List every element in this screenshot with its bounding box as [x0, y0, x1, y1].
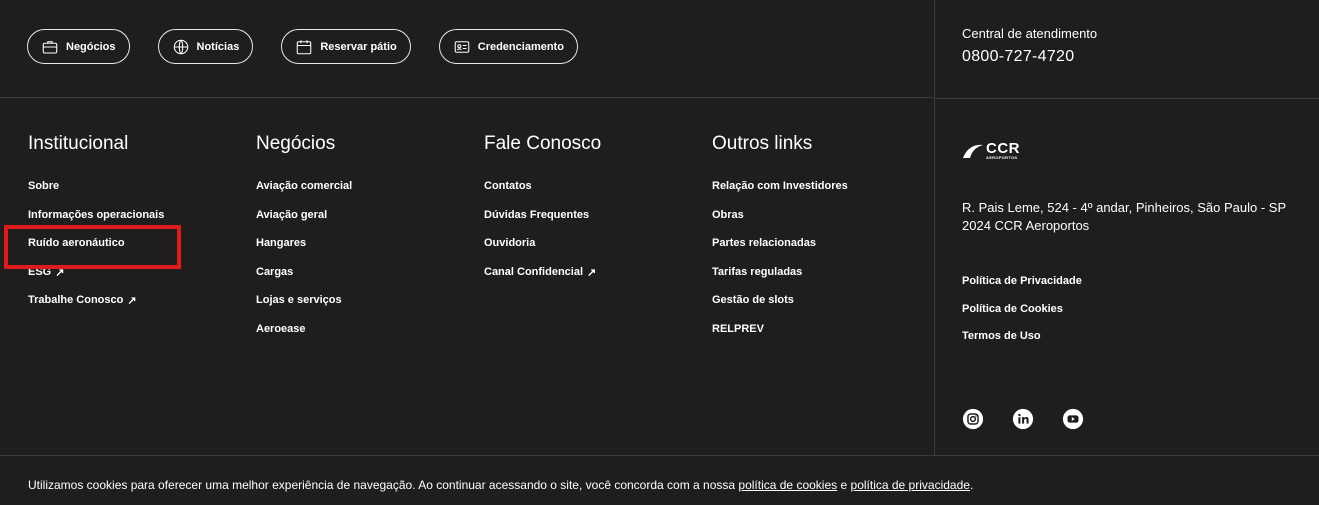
globe-icon	[173, 39, 188, 54]
footer-link-obras[interactable]: Obras	[712, 209, 848, 238]
cookie-connector: e	[840, 478, 848, 492]
reservar-patio-pill-label: Reservar pátio	[320, 40, 397, 53]
linkedin-icon[interactable]	[1012, 408, 1034, 430]
credenciamento-pill-label: Credenciamento	[477, 40, 564, 53]
footer-link-relprev[interactable]: RELPREV	[712, 323, 848, 352]
cookie-bar: Utilizamos cookies para oferecer uma mel…	[0, 455, 1319, 505]
terms-of-use-link[interactable]: Termos de Uso	[962, 330, 1082, 358]
contact-phone[interactable]: 0800-727-4720	[962, 48, 1097, 66]
ccr-swoosh-icon	[963, 144, 983, 158]
contact-block: Central de atendimento 0800-727-4720	[962, 26, 1097, 66]
footer-link-trabalhe-conosco[interactable]: Trabalhe Conosco ↗	[28, 294, 164, 323]
outros-links-column: Outros links Relação com Investidores Ob…	[712, 133, 848, 352]
privacy-policy-inline-link[interactable]: política de privacidade	[851, 478, 970, 492]
negocios-pill-label: Negócios	[66, 40, 116, 53]
footer-link-ouvidoria[interactable]: Ouvidoria	[484, 237, 601, 266]
cookie-end: .	[969, 478, 974, 492]
legal-links: Política de Privacidade Política de Cook…	[962, 275, 1082, 358]
footer-link-aeroease[interactable]: Aeroease	[256, 323, 352, 352]
column-heading: Negócios	[256, 133, 336, 154]
logo-text: CCR	[986, 140, 1020, 157]
negocios-pill-button[interactable]: Negócios	[27, 29, 130, 64]
footer-link-canal-confidencial[interactable]: Canal Confidencial ↗	[484, 266, 601, 295]
logo-subtext: AEROPORTOS	[986, 155, 1018, 160]
footer-link-aviacao-comercial[interactable]: Aviação comercial	[256, 180, 352, 209]
column-heading: Outros links	[712, 133, 813, 154]
column-heading: Fale Conosco	[484, 133, 602, 154]
id-card-icon	[454, 40, 470, 53]
footer-link-cargas[interactable]: Cargas	[256, 266, 352, 295]
footer-link-gestao-slots[interactable]: Gestão de slots	[712, 294, 848, 323]
contact-label: Central de atendimento	[962, 26, 1098, 41]
calendar-icon	[297, 39, 312, 54]
footer-link-esg[interactable]: ESG ↗	[28, 266, 164, 295]
instagram-icon[interactable]	[962, 408, 984, 430]
footer-link-sobre[interactable]: Sobre	[28, 180, 164, 209]
vertical-divider	[934, 0, 935, 455]
footer-link-contatos[interactable]: Contatos	[484, 180, 601, 209]
external-link-icon: ↗	[127, 295, 137, 308]
highlight-box	[4, 225, 181, 269]
address-block: R. Pais Leme, 524 - 4º andar, Pinheiros,…	[962, 199, 1286, 235]
noticias-pill-label: Notícias	[196, 40, 240, 53]
youtube-icon[interactable]	[1062, 408, 1084, 430]
cookie-text: Utilizamos cookies para oferecer uma mel…	[28, 478, 736, 492]
social-links	[962, 408, 1084, 430]
cookie-notice: Utilizamos cookies para oferecer uma mel…	[28, 478, 973, 492]
footer-link-aviacao-geral[interactable]: Aviação geral	[256, 209, 352, 238]
address-line: R. Pais Leme, 524 - 4º andar, Pinheiros,…	[962, 200, 1287, 215]
noticias-pill-button[interactable]: Notícias	[157, 29, 254, 64]
reservar-patio-pill-button[interactable]: Reservar pátio	[281, 29, 411, 64]
footer-link-lojas-servicos[interactable]: Lojas e serviços	[256, 294, 352, 323]
footer-link-tarifas-reguladas[interactable]: Tarifas reguladas	[712, 266, 848, 295]
quick-links: Negócios Notícias Reservar pátio Credenc…	[27, 29, 578, 64]
briefcase-icon	[42, 40, 58, 54]
ccr-logo[interactable]: CCR AEROPORTOS	[962, 141, 1020, 160]
horizontal-divider	[935, 98, 1319, 99]
column-heading: Institucional	[28, 133, 129, 154]
top-bar: Negócios Notícias Reservar pátio Credenc…	[0, 0, 935, 98]
privacy-policy-link[interactable]: Política de Privacidade	[962, 275, 1082, 303]
cookie-policy-link[interactable]: Política de Cookies	[962, 303, 1082, 331]
credenciamento-pill-button[interactable]: Credenciamento	[438, 29, 578, 64]
copyright-line: 2024 CCR Aeroportos	[962, 218, 1090, 233]
footer-link-hangares[interactable]: Hangares	[256, 237, 352, 266]
negocios-column: Negócios Aviação comercial Aviação geral…	[256, 133, 352, 352]
external-link-icon: ↗	[587, 266, 597, 279]
footer-link-duvidas-frequentes[interactable]: Dúvidas Frequentes	[484, 209, 601, 238]
footer-link-partes-relacionadas[interactable]: Partes relacionadas	[712, 237, 848, 266]
cookie-policy-inline-link[interactable]: política de cookies	[738, 478, 837, 492]
fale-conosco-column: Fale Conosco Contatos Dúvidas Frequentes…	[484, 133, 601, 294]
footer-link-relacao-investidores[interactable]: Relação com Investidores	[712, 180, 848, 209]
